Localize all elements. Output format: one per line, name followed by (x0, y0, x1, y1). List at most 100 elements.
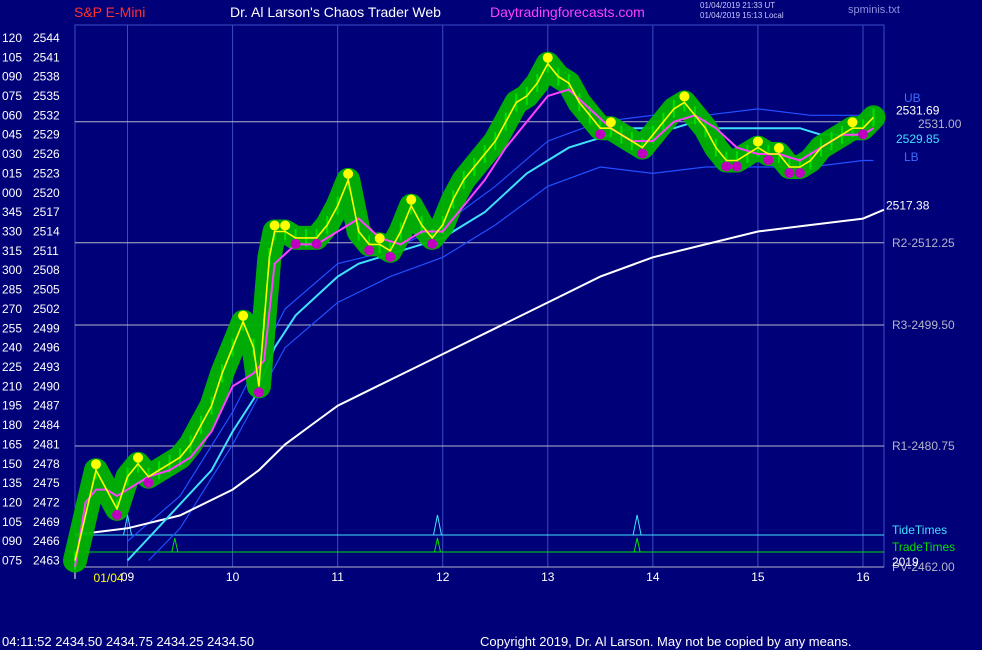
price-chart: 09 10 11 12 13 14 15 1601/04120 2544105 2541090 25… (2, 24, 962, 585)
swing-low-dot (385, 251, 396, 262)
trade-label: TradeTimes (892, 540, 955, 554)
y-price-label: 2514 (33, 224, 60, 238)
y-angle-label: 165 (2, 437, 22, 451)
lower-band-label: LB (904, 150, 919, 164)
x-tick-label: 11 (331, 570, 344, 584)
last-quote: 04:11:52 2434.50 2434.75 2434.25 2434.50 (2, 634, 255, 649)
swing-high-dot (542, 52, 553, 63)
x-tick-label: 15 (751, 570, 765, 584)
swing-high-dot (605, 117, 616, 128)
swing-low-dot (311, 238, 322, 249)
y-angle-label: 075 (2, 89, 22, 103)
y-angle-label: 210 (2, 379, 22, 393)
swing-high-dot (280, 220, 291, 231)
y-angle-label: 195 (2, 399, 22, 413)
swing-low-dot (427, 238, 438, 249)
price-glow (63, 51, 886, 573)
trade-spike (633, 537, 641, 553)
y-price-label: 2466 (33, 534, 60, 548)
swing-low-dot (721, 161, 732, 172)
y-angle-label: 030 (2, 147, 22, 161)
swing-low-dot (143, 477, 154, 488)
y-price-label: 2523 (33, 166, 60, 180)
swing-low-dot (637, 148, 648, 159)
swing-low-dot (290, 238, 301, 249)
y-price-label: 2475 (33, 476, 60, 490)
swing-low-dot (595, 129, 606, 140)
copyright: Copyright 2019, Dr. Al Larson. May not b… (480, 634, 852, 649)
y-angle-label: 345 (2, 205, 22, 219)
value-marker: 2517.38 (886, 199, 930, 213)
y-angle-label: 315 (2, 244, 22, 258)
y-price-label: 2529 (33, 128, 60, 142)
y-angle-label: 015 (2, 166, 22, 180)
y-price-label: 2538 (33, 70, 60, 84)
y-angle-label: 135 (2, 476, 22, 490)
y-price-label: 2511 (33, 244, 59, 258)
y-price-label: 2544 (33, 31, 60, 45)
y-price-label: 2481 (33, 437, 60, 451)
x-tick-label: 10 (226, 570, 240, 584)
swing-low-dot (794, 167, 805, 178)
y-angle-label: 075 (2, 554, 22, 568)
y-price-label: 2520 (33, 186, 60, 200)
swing-low-dot (784, 167, 795, 178)
value-marker: 2531.00 (918, 117, 962, 131)
y-angle-label: 120 (2, 495, 22, 509)
y-angle-label: 240 (2, 341, 22, 355)
y-angle-label: 300 (2, 263, 22, 277)
swing-high-dot (374, 233, 385, 244)
swing-high-dot (679, 91, 690, 102)
y-angle-label: 060 (2, 108, 22, 122)
swing-high-dot (343, 168, 354, 179)
y-price-label: 2526 (33, 147, 60, 161)
y-angle-label: 045 (2, 128, 22, 142)
time-local: 01/04/2019 15:13 Local (700, 11, 784, 20)
trade-spike (433, 537, 441, 553)
trade-spike (171, 537, 179, 553)
site-title: Dr. Al Larson's Chaos Trader Web (230, 4, 441, 20)
x-tick-label: 16 (856, 570, 870, 584)
y-angle-label: 105 (2, 50, 22, 64)
y-price-label: 2463 (33, 554, 60, 568)
tide-label: TideTimes (892, 523, 947, 537)
swing-high-dot (752, 136, 763, 147)
y-price-label: 2484 (33, 418, 60, 432)
y-angle-label: 120 (2, 31, 22, 45)
y-angle-label: 105 (2, 515, 22, 529)
y-angle-label: 000 (2, 186, 22, 200)
year-label: 2019 (892, 555, 919, 569)
y-angle-label: 180 (2, 418, 22, 432)
tide-spike (432, 514, 442, 536)
site-url[interactable]: Daytradingforecasts.com (490, 4, 645, 20)
y-angle-label: 090 (2, 70, 22, 84)
symbol-title: S&P E-Mini (74, 4, 146, 20)
x-tick-label: 12 (436, 570, 450, 584)
y-angle-label: 285 (2, 283, 22, 297)
swing-high-dot (133, 452, 144, 463)
y-price-label: 2517 (33, 205, 60, 219)
y-angle-label: 150 (2, 457, 22, 471)
swing-low-dot (763, 155, 774, 166)
upper-band-label: UB (904, 91, 921, 105)
swing-low-dot (253, 387, 264, 398)
y-price-label: 2508 (33, 263, 60, 277)
file-name: spminis.txt (848, 4, 900, 16)
swing-high-dot (91, 459, 102, 470)
y-price-label: 2478 (33, 457, 60, 471)
level-label: R2-2512.25 (892, 236, 955, 250)
value-marker: 2529.85 (896, 132, 940, 146)
chart-window: 09 10 11 12 13 14 15 16 01/04 120 2544 105 2541 090 25… (0, 0, 982, 650)
time-utc: 01/04/2019 21:33 UT (700, 1, 776, 10)
y-price-label: 2505 (33, 283, 60, 297)
swing-low-dot (112, 509, 123, 520)
y-price-label: 2499 (33, 321, 60, 335)
y-price-label: 2469 (33, 515, 60, 529)
date-label: 01/04 (94, 571, 124, 585)
swing-high-dot (406, 194, 417, 205)
y-price-label: 2541 (33, 50, 60, 64)
y-angle-label: 255 (2, 321, 22, 335)
value-marker: 2531.69 (896, 103, 940, 117)
y-angle-label: 090 (2, 534, 22, 548)
y-price-label: 2472 (33, 495, 60, 509)
